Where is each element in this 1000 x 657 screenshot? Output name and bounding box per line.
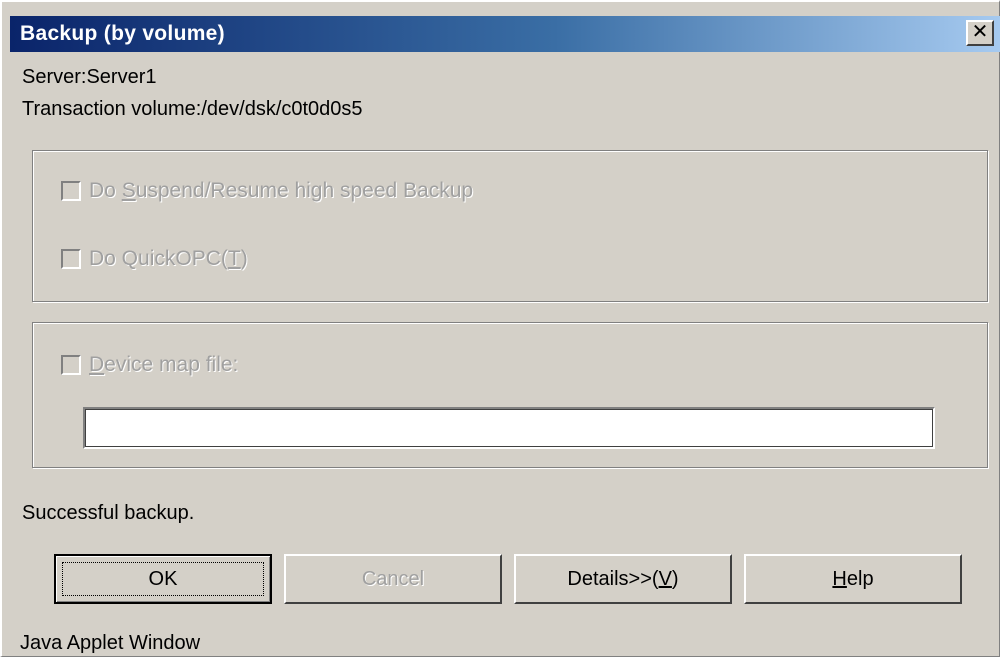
close-button[interactable]: ✕: [966, 20, 994, 46]
window-title: Backup (by volume): [20, 22, 225, 45]
device-map-checkbox[interactable]: [61, 355, 81, 375]
backup-options-group: Do Suspend/Resume high speed Backup Do Q…: [32, 150, 988, 302]
device-map-group: Device map file:: [32, 322, 988, 468]
ok-button[interactable]: OK: [54, 554, 272, 604]
suspend-resume-label: Do Suspend/Resume high speed Backup: [89, 179, 474, 202]
suspend-resume-checkbox[interactable]: [61, 181, 81, 201]
quickopc-label: Do QuickOPC(T): [89, 247, 248, 270]
cancel-button[interactable]: Cancel: [284, 554, 502, 604]
status-message: Successful backup.: [22, 502, 195, 524]
suspend-resume-checkbox-row[interactable]: Do Suspend/Resume high speed Backup: [61, 179, 473, 203]
device-map-checkbox-row[interactable]: Device map file:: [61, 353, 238, 377]
details-button[interactable]: Details>>(V): [514, 554, 732, 604]
quickopc-checkbox[interactable]: [61, 249, 81, 269]
cancel-label: Cancel: [361, 567, 425, 590]
focus-ring: [62, 562, 264, 596]
backup-dialog: Backup (by volume) ✕ Server:Server1 Tran…: [0, 0, 1000, 657]
help-label: Help: [832, 567, 874, 590]
title-bar[interactable]: Backup (by volume) ✕: [10, 16, 1000, 52]
close-icon: ✕: [971, 21, 989, 43]
device-map-label: Device map file:: [89, 353, 239, 376]
help-button[interactable]: Help: [744, 554, 962, 604]
java-applet-warning: Java Applet Window: [20, 632, 201, 654]
transaction-volume-label: Transaction volume:/dev/dsk/c0t0d0s5: [22, 98, 363, 120]
device-map-file-input[interactable]: [83, 407, 935, 449]
details-label: Details>>(V): [567, 567, 679, 590]
server-label: Server:Server1: [22, 66, 157, 88]
quickopc-checkbox-row[interactable]: Do QuickOPC(T): [61, 247, 248, 271]
